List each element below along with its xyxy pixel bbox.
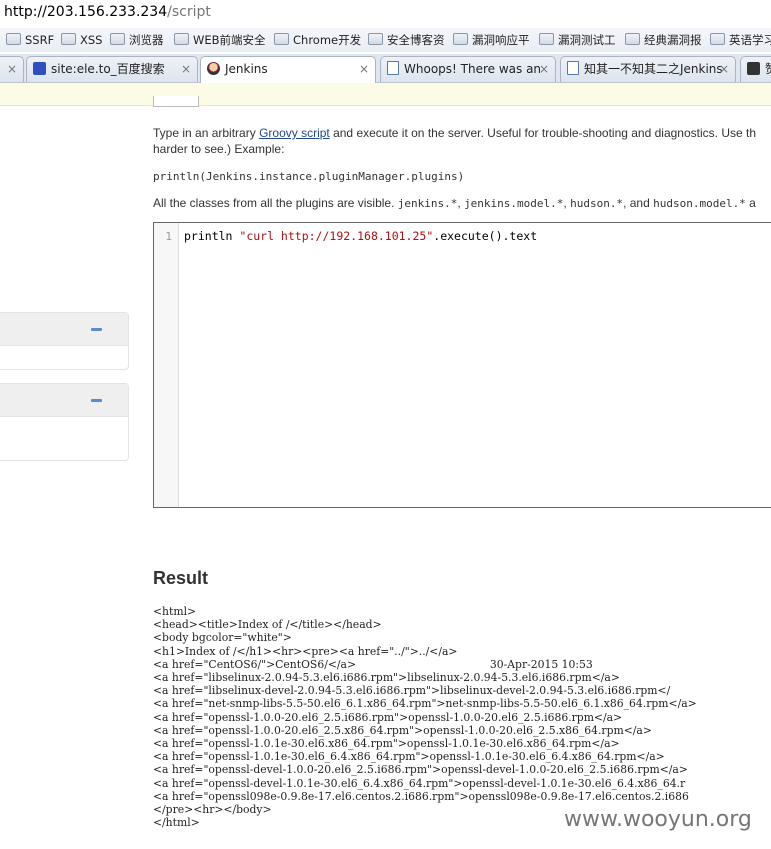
bookmark-vuln-tools[interactable]: 漏洞测试工 (539, 32, 616, 48)
bookmark-browser[interactable]: 浏览器 (110, 32, 164, 48)
result-output: <html> <head><title>Index of /</title></… (153, 605, 697, 830)
tab-baidu-search[interactable]: site:ele.to_百度搜索 × (26, 56, 198, 82)
address-path: /script (167, 4, 211, 20)
line-number: 1 (165, 230, 172, 243)
result-heading: Result (153, 568, 209, 588)
jenkins-favicon-icon (207, 62, 220, 75)
pane-header (0, 313, 128, 346)
bookmark-classic-vulns[interactable]: 经典漏洞报 (625, 32, 702, 48)
bookmark-vuln-response[interactable]: 漏洞响应平 (453, 32, 530, 48)
folder-icon (6, 33, 21, 45)
bookmark-web-frontend-security[interactable]: WEB前端安全 (174, 32, 266, 48)
sidebar-pane-1 (0, 312, 129, 370)
collapse-icon[interactable] (91, 399, 102, 402)
tab-close-icon[interactable]: × (719, 57, 729, 81)
tab-partial-left[interactable]: × (0, 56, 24, 82)
folder-icon (625, 33, 640, 45)
image-favicon-icon (747, 62, 760, 75)
document-favicon-icon (387, 61, 399, 75)
watermark: www.wooyun.org (564, 807, 752, 832)
tab-jenkins[interactable]: Jenkins × (200, 56, 376, 83)
editor-gutter: 1 (154, 223, 179, 507)
tab-zhiqi-jenkins[interactable]: 知其一不知其二之Jenkins × (560, 56, 736, 82)
tab-close-icon[interactable]: × (181, 57, 191, 81)
classes-note: All the classes from all the plugins are… (153, 196, 756, 210)
code-string-literal: "curl http://192.168.101.25" (239, 229, 434, 243)
intro-text: Type in an arbitrary Groovy script and e… (153, 126, 756, 140)
tab-partial-right[interactable]: 赞 (740, 56, 771, 82)
tab-close-icon[interactable]: × (359, 57, 369, 81)
bookmark-english[interactable]: 英语学习 (710, 32, 771, 48)
folder-icon (710, 33, 725, 45)
bookmark-chrome-dev[interactable]: Chrome开发 (274, 32, 361, 48)
tab-strip: × site:ele.to_百度搜索 × Jenkins × Whoops! The… (0, 54, 771, 83)
intro-text-line2: harder to see.) Example: (153, 142, 285, 156)
folder-icon (174, 33, 189, 45)
collapse-icon[interactable] (91, 328, 102, 331)
script-code[interactable]: println "curl http://192.168.101.25".exe… (184, 229, 537, 243)
groovy-script-link[interactable]: Groovy script (259, 126, 330, 140)
tab-close-icon[interactable]: × (539, 57, 549, 81)
info-bar (0, 83, 771, 106)
bookmark-ssrf[interactable]: SSRF (6, 32, 54, 48)
bookmark-security-blogs[interactable]: 安全博客资 (368, 32, 445, 48)
folder-icon (368, 33, 383, 45)
sidebar-pane-2 (0, 383, 129, 461)
document-favicon-icon (567, 61, 579, 75)
tab-close-icon[interactable]: × (7, 57, 17, 81)
button-partial[interactable] (153, 96, 199, 107)
script-editor[interactable]: 1 println "curl http://192.168.101.25".e… (153, 222, 771, 508)
bookmark-xss[interactable]: XSS (61, 32, 102, 48)
folder-icon (539, 33, 554, 45)
folder-icon (61, 33, 76, 45)
example-code: println(Jenkins.instance.pluginManager.p… (153, 170, 465, 183)
address-host: http://203.156.233.234 (4, 4, 168, 20)
folder-icon (110, 33, 125, 45)
tab-whoops[interactable]: Whoops! There was an × (380, 56, 556, 82)
address-bar[interactable]: http://203.156.233.234/script (0, 0, 771, 24)
folder-icon (274, 33, 289, 45)
pane-header (0, 384, 128, 417)
folder-icon (453, 33, 468, 45)
bookmarks-bar: SSRF XSS 浏览器 WEB前端安全 Chrome开发 安全博客资 漏洞响应… (0, 28, 771, 52)
baidu-favicon-icon (33, 62, 46, 75)
